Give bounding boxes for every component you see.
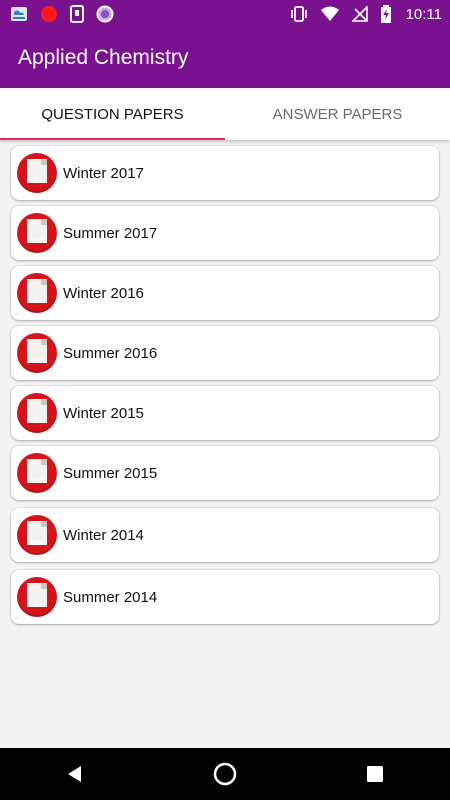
pdf-badge: PDF [30, 541, 44, 547]
pdf-badge: PDF [30, 419, 44, 425]
paper-list: PDF Winter 2017 PDF Summer 2017 PDF Wint… [11, 146, 439, 630]
pdf-icon: PDF [17, 393, 57, 433]
paper-card-winter-2017[interactable]: PDF Winter 2017 [11, 146, 439, 200]
navigation-bar [0, 748, 450, 800]
wifi-icon [320, 6, 339, 21]
app-title: Applied Chemistry [18, 46, 189, 69]
device-notification-icon [70, 5, 84, 23]
battery-charging-icon [380, 5, 391, 23]
tab-answer-papers[interactable]: ANSWER PAPERS [225, 88, 450, 140]
paper-label: Summer 2014 [63, 588, 158, 606]
vibrate-icon [290, 6, 307, 22]
paper-card-summer-2017[interactable]: PDF Summer 2017 [11, 206, 439, 260]
recents-button[interactable] [355, 754, 395, 794]
paper-card-summer-2015[interactable]: PDF Summer 2015 [11, 446, 439, 500]
red-dot-icon [41, 6, 57, 22]
pdf-icon: PDF [17, 213, 57, 253]
paper-label: Winter 2017 [63, 164, 144, 182]
home-circle-icon [213, 762, 237, 786]
pdf-icon: PDF [17, 333, 57, 373]
pdf-badge: PDF [30, 239, 44, 245]
no-signal-icon [351, 6, 368, 22]
paper-label: Summer 2017 [63, 224, 158, 242]
back-button[interactable] [55, 754, 95, 794]
home-button[interactable] [205, 754, 245, 794]
status-left-icons [10, 5, 114, 23]
paper-label: Winter 2016 [63, 284, 144, 302]
pdf-badge: PDF [30, 359, 44, 365]
paper-label: Summer 2016 [63, 344, 158, 362]
status-right-icons: 10:11 [290, 5, 442, 23]
pdf-icon: PDF [17, 273, 57, 313]
paper-label: Winter 2015 [63, 404, 144, 422]
status-time: 10:11 [405, 5, 442, 23]
paper-label: Summer 2015 [63, 464, 158, 482]
paper-card-summer-2016[interactable]: PDF Summer 2016 [11, 326, 439, 380]
pdf-icon: PDF [17, 453, 57, 493]
pdf-badge: PDF [30, 479, 44, 485]
paper-label: Winter 2014 [63, 526, 144, 544]
pdf-badge: PDF [30, 179, 44, 185]
tab-question-papers[interactable]: QUESTION PAPERS [0, 88, 225, 140]
pdf-badge: PDF [30, 603, 44, 609]
back-triangle-icon [68, 766, 81, 782]
circle-notification-icon [96, 5, 114, 23]
paper-card-winter-2016[interactable]: PDF Winter 2016 [11, 266, 439, 320]
recents-square-icon [367, 766, 383, 782]
paper-card-winter-2015[interactable]: PDF Winter 2015 [11, 386, 439, 440]
status-bar: 10:11 [0, 0, 450, 28]
pdf-badge: PDF [30, 299, 44, 305]
pdf-icon: PDF [17, 577, 57, 617]
weather-icon [11, 7, 27, 21]
pdf-icon: PDF [17, 515, 57, 555]
paper-card-winter-2014[interactable]: PDF Winter 2014 [11, 508, 439, 562]
pdf-icon: PDF [17, 153, 57, 193]
app-bar: Applied Chemistry [0, 28, 450, 88]
paper-card-summer-2014[interactable]: PDF Summer 2014 [11, 570, 439, 624]
tab-bar: QUESTION PAPERS ANSWER PAPERS [0, 88, 450, 140]
